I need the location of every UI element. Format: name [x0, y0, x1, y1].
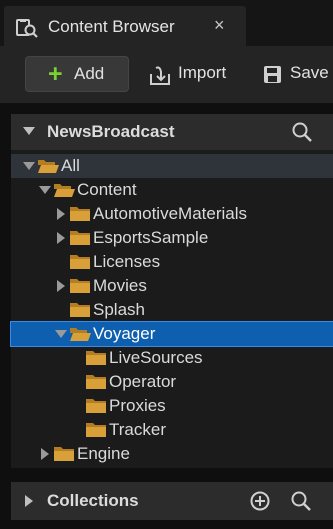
folder-row[interactable]: Proxies: [11, 394, 333, 418]
plus-icon: +: [48, 60, 63, 88]
folder-row[interactable]: Engine: [11, 442, 333, 466]
save-icon: [264, 66, 281, 83]
folder-tree: All Content AutomotiveMaterials EsportsSamp…: [10, 152, 333, 468]
folder-icon: [69, 278, 91, 294]
content-browser-icon: [16, 18, 38, 38]
folder-label: All: [61, 156, 80, 175]
folder-row[interactable]: Tracker: [11, 418, 333, 442]
folder-label: Tracker: [109, 420, 166, 439]
add-button-label: Add: [74, 64, 105, 83]
folder-icon: [85, 422, 107, 438]
chevron-right-icon[interactable]: [41, 448, 49, 460]
folder-icon: [69, 302, 91, 318]
add-collection-icon[interactable]: [249, 490, 271, 512]
save-button[interactable]: Save: [262, 62, 333, 88]
folder-icon: [85, 398, 107, 414]
folder-label: Proxies: [109, 396, 166, 415]
folder-row[interactable]: Content: [11, 178, 333, 202]
panel-title: NewsBroadcast: [47, 122, 175, 141]
chevron-down-icon[interactable]: [55, 330, 67, 338]
import-icon: [150, 66, 170, 85]
folder-row[interactable]: Licenses: [11, 250, 333, 274]
spacer: [11, 468, 333, 482]
chevron-right-icon[interactable]: [57, 280, 65, 292]
spacer: [0, 520, 333, 529]
tab-title: Content Browser: [48, 17, 175, 36]
folder-row[interactable]: Movies: [11, 274, 333, 298]
folder-label: EsportsSample: [93, 228, 209, 247]
folder-row[interactable]: Splash: [11, 298, 333, 322]
chevron-right-icon[interactable]: [57, 208, 65, 220]
folder-label: AutomotiveMaterials: [93, 204, 248, 223]
search-icon[interactable]: [290, 490, 312, 512]
collections-header[interactable]: Collections: [11, 482, 333, 520]
chevron-down-icon[interactable]: [23, 127, 35, 135]
panel-header[interactable]: NewsBroadcast: [11, 114, 333, 150]
folder-label: LiveSources: [109, 348, 203, 367]
folder-label: Splash: [93, 300, 145, 319]
folder-icon: [69, 254, 91, 270]
save-button-label: Save: [290, 63, 329, 82]
folder-label: Content: [77, 180, 137, 199]
sources-panel: NewsBroadcast All Content AutomotiveMateri…: [10, 114, 333, 520]
folder-icon: [85, 350, 107, 366]
chevron-right-icon[interactable]: [57, 232, 65, 244]
folder-open-icon: [69, 326, 91, 342]
tab-content-browser[interactable]: Content Browser ×: [4, 6, 246, 46]
import-button-label: Import: [178, 63, 227, 82]
folder-open-icon: [53, 182, 75, 198]
chevron-right-icon[interactable]: [25, 495, 33, 507]
folder-label: Movies: [93, 276, 147, 295]
folder-label: Voyager: [93, 324, 156, 343]
collections-title: Collections: [47, 491, 139, 510]
folder-row[interactable]: LiveSources: [11, 346, 333, 370]
spacer: [0, 104, 333, 114]
close-icon[interactable]: ×: [214, 15, 225, 35]
folder-row[interactable]: AutomotiveMaterials: [11, 202, 333, 226]
folder-icon: [53, 446, 75, 462]
search-icon[interactable]: [291, 121, 313, 143]
folder-icon: [69, 206, 91, 222]
folder-label: Operator: [109, 372, 177, 391]
chevron-down-icon[interactable]: [23, 162, 35, 170]
folder-label: Licenses: [93, 252, 161, 271]
folder-icon: [69, 230, 91, 246]
folder-row[interactable]: Voyager: [10, 321, 333, 347]
import-button[interactable]: Import: [148, 62, 244, 88]
folder-open-icon: [37, 158, 59, 174]
folder-row[interactable]: Operator: [11, 370, 333, 394]
tab-bar: Content Browser ×: [0, 0, 333, 46]
folder-icon: [85, 374, 107, 390]
folder-row[interactable]: EsportsSample: [11, 226, 333, 250]
folder-row[interactable]: All: [11, 154, 333, 178]
folder-label: Engine: [77, 444, 130, 463]
add-button[interactable]: + Add: [25, 56, 129, 92]
toolbar: + Add Import Save: [0, 46, 333, 104]
chevron-down-icon[interactable]: [39, 186, 51, 194]
